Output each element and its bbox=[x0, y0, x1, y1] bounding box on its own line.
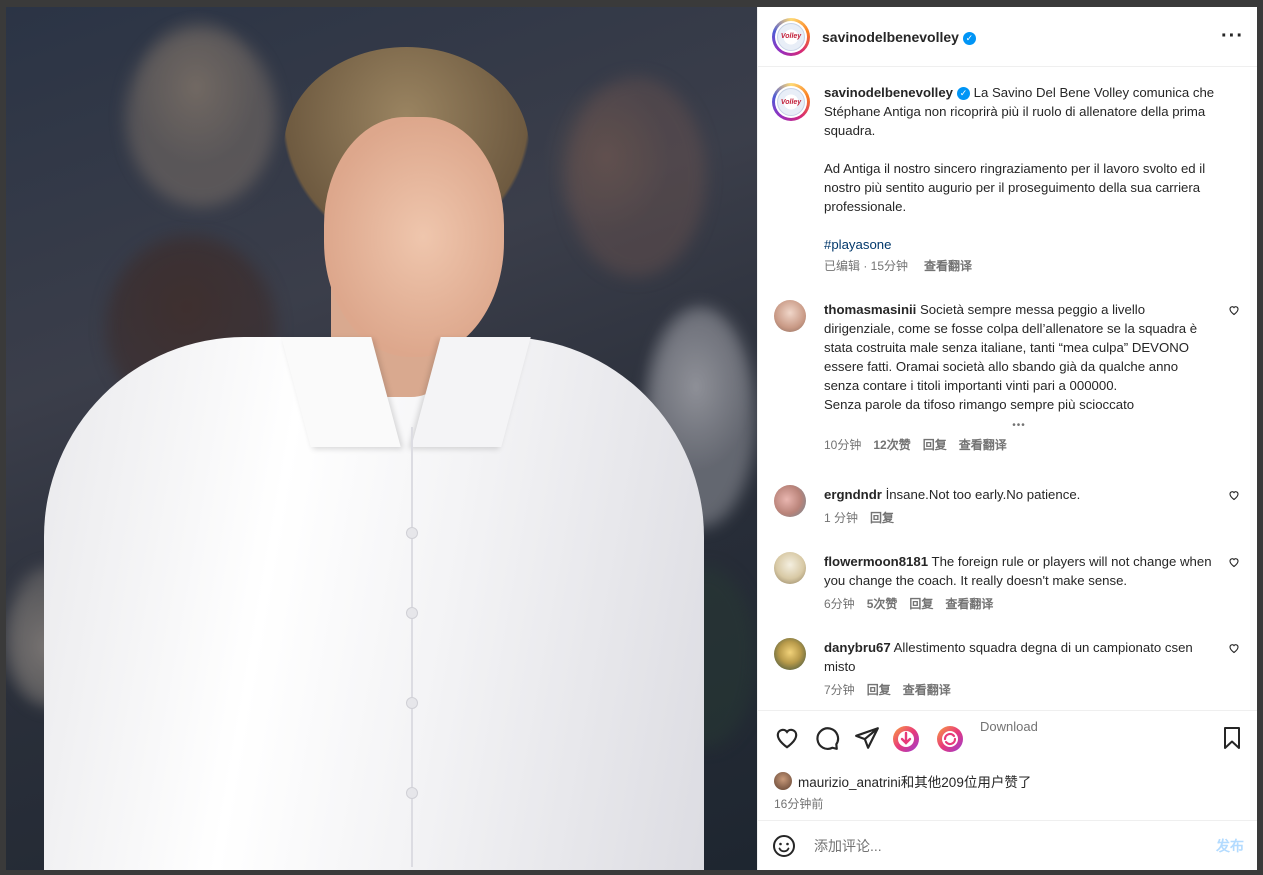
add-comment-bar: 发布 bbox=[758, 820, 1257, 870]
like-comment-heart-icon[interactable] bbox=[1228, 642, 1240, 654]
account-username[interactable]: savinodelbenevolley ✓ bbox=[822, 29, 976, 45]
save-bookmark-icon[interactable] bbox=[1220, 725, 1244, 751]
post-header: Volley savinodelbenevolley ✓ ··· bbox=[758, 7, 1257, 67]
commenter-username[interactable]: danybru67 bbox=[824, 640, 891, 655]
post-modal: Volley savinodelbenevolley ✓ ··· Volley s… bbox=[6, 7, 1257, 870]
reply-button[interactable]: 回复 bbox=[923, 436, 947, 453]
likes-summary[interactable]: maurizio_anatrini和其他209位用户赞了 bbox=[774, 771, 1031, 791]
comment-item: ergndndr İnsane.Not too early.No patienc… bbox=[772, 485, 1244, 526]
commenter-avatar[interactable] bbox=[774, 638, 806, 670]
see-translation-link[interactable]: 查看翻译 bbox=[903, 681, 951, 698]
caption-avatar[interactable]: Volley bbox=[772, 83, 810, 121]
post-timestamp: 16分钟前 bbox=[774, 797, 824, 811]
comment-item: flowermoon8181 The foreign rule or playe… bbox=[772, 552, 1244, 612]
commenter-username[interactable]: ergndndr bbox=[824, 487, 882, 502]
like-comment-heart-icon[interactable] bbox=[1228, 304, 1240, 316]
share-send-icon[interactable] bbox=[854, 725, 880, 751]
more-options-icon[interactable]: ··· bbox=[1221, 25, 1244, 48]
commenter-avatar[interactable] bbox=[774, 300, 806, 332]
action-bar: Download maurizio_anatrini和其他209位用户赞了 16… bbox=[758, 710, 1257, 821]
comment-text: İnsane.Not too early.No patience. bbox=[885, 487, 1081, 502]
reply-button[interactable]: 回复 bbox=[867, 681, 891, 698]
commenter-avatar[interactable] bbox=[774, 552, 806, 584]
comment-likes[interactable]: 5次赞 bbox=[867, 595, 898, 612]
comment-item: danybru67 Allestimento squadra degna di … bbox=[772, 638, 1244, 698]
commenter-username[interactable]: thomasmasinii bbox=[824, 302, 916, 317]
comment-input[interactable] bbox=[812, 837, 1216, 855]
reply-button[interactable]: 回复 bbox=[909, 595, 933, 612]
liker-avatar bbox=[774, 772, 792, 790]
post-photo[interactable] bbox=[6, 7, 757, 870]
more-text-icon[interactable]: ••• bbox=[824, 416, 1214, 435]
comment-likes[interactable]: 12次赞 bbox=[873, 436, 910, 453]
like-heart-icon[interactable] bbox=[774, 725, 800, 751]
verified-icon: ✓ bbox=[962, 31, 976, 45]
club-logo: Volley bbox=[777, 88, 805, 116]
comment-time: 10分钟 bbox=[824, 438, 862, 452]
account-avatar[interactable]: Volley bbox=[772, 17, 810, 56]
see-translation-link[interactable]: 查看翻译 bbox=[924, 257, 972, 274]
like-comment-heart-icon[interactable] bbox=[1228, 556, 1240, 568]
see-translation-link[interactable]: 查看翻译 bbox=[959, 436, 1007, 453]
commenter-avatar[interactable] bbox=[774, 485, 806, 517]
reply-button[interactable]: 回复 bbox=[870, 509, 894, 526]
comment-time: 7分钟 bbox=[824, 683, 855, 697]
comment-bubble-icon[interactable] bbox=[814, 725, 840, 751]
comment-item: thomasmasinii Società sempre messa peggi… bbox=[772, 300, 1244, 453]
commenter-username[interactable]: flowermoon8181 bbox=[824, 554, 928, 569]
like-comment-heart-icon[interactable] bbox=[1228, 489, 1240, 501]
see-translation-link[interactable]: 查看翻译 bbox=[945, 595, 993, 612]
download-button[interactable]: Download bbox=[980, 719, 1038, 734]
hashtag-link[interactable]: #playasone bbox=[824, 235, 1232, 254]
comment-time: 6分钟 bbox=[824, 597, 855, 611]
comment-time: 1 分钟 bbox=[824, 511, 859, 525]
comments-list[interactable]: Volley savinodelbenevolley ✓ La Savino De… bbox=[758, 67, 1257, 710]
comment-text-2: Senza parole da tifoso rimango sempre pi… bbox=[824, 397, 1135, 412]
emoji-icon[interactable] bbox=[772, 834, 796, 858]
verified-icon: ✓ bbox=[957, 87, 970, 100]
post-caption: Volley savinodelbenevolley ✓ La Savino De… bbox=[772, 83, 1232, 274]
post-comment-button[interactable]: 发布 bbox=[1216, 836, 1244, 856]
post-sidebar: Volley savinodelbenevolley ✓ ··· Volley s… bbox=[757, 7, 1257, 870]
caption-username[interactable]: savinodelbenevolley bbox=[824, 85, 953, 100]
caption-text-2: Ad Antiga il nostro sincero ringraziamen… bbox=[824, 161, 1206, 214]
club-logo: Volley bbox=[777, 22, 805, 51]
download-extension-icon[interactable] bbox=[892, 725, 920, 753]
caption-edited-time: 已编辑 · 15分钟 bbox=[824, 259, 909, 273]
repost-extension-icon[interactable] bbox=[936, 725, 964, 753]
